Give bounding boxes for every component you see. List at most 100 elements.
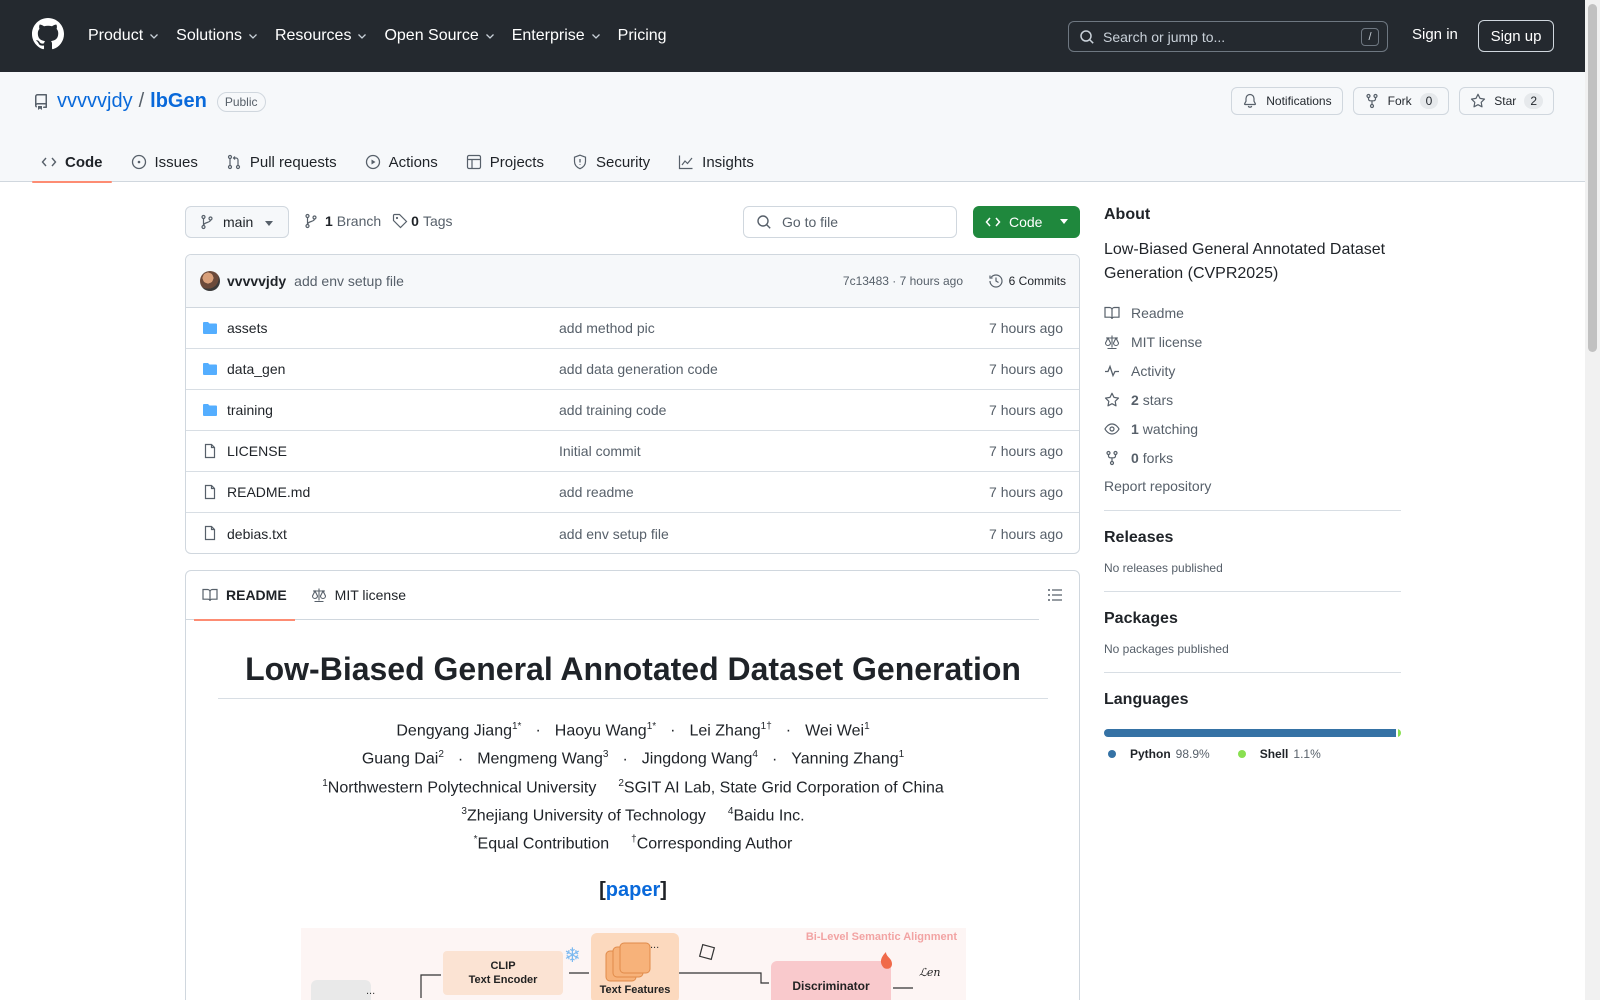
nav-product[interactable]: Product [88, 27, 160, 45]
commit-author-link[interactable]: vvvvvjdy [227, 273, 286, 289]
file-icon-wrap [202, 443, 218, 459]
file-name-link[interactable]: LICENSE [227, 443, 287, 459]
meta-readme-link[interactable]: Readme [1104, 298, 1401, 327]
search-icon [1080, 29, 1094, 44]
languages-section: Languages Python 98.9% Shell 1.1% [1104, 672, 1401, 761]
star-count: 2 [1524, 93, 1543, 109]
branches-link[interactable]: 1 Branch [303, 213, 381, 229]
repo-owner-link[interactable]: vvvvvjdy [57, 90, 133, 113]
code-button-label: Code [1009, 214, 1043, 230]
file-commit-message[interactable]: add training code [559, 402, 666, 418]
file-name-link[interactable]: README.md [227, 484, 310, 500]
go-to-file-input[interactable]: Go to file [743, 206, 957, 238]
language-list: Python 98.9% Shell 1.1% [1104, 747, 1401, 761]
file-name-link[interactable]: data_gen [227, 361, 285, 377]
file-commit-message[interactable]: add method pic [559, 320, 655, 336]
repo-name-link[interactable]: lbGen [150, 90, 207, 113]
commit-hash-time[interactable]: 7c13483 · 7 hours ago [843, 274, 963, 288]
name-text: Haoyu Wang [554, 722, 647, 740]
alignment-label: Bi-Level Semantic Alignment [806, 931, 958, 943]
table-row: README.md add readme 7 hours ago [186, 472, 1079, 513]
avatar[interactable] [200, 271, 220, 291]
repo-actions: Notifications Fork 0 Star 2 [1221, 87, 1554, 115]
tab-actions[interactable]: Actions [356, 142, 447, 182]
superscript: 1 [898, 749, 905, 761]
tab-code[interactable]: Code [32, 142, 112, 183]
packages-heading[interactable]: Packages [1104, 610, 1401, 628]
nav-pricing[interactable]: Pricing [618, 27, 667, 45]
releases-heading[interactable]: Releases [1104, 529, 1401, 547]
chevron-down-icon [591, 34, 600, 39]
notifications-button[interactable]: Notifications [1231, 87, 1343, 115]
file-name-link[interactable]: debias.txt [227, 526, 287, 542]
branch-selector-button[interactable]: main [185, 206, 289, 238]
superscript: 1* [512, 721, 522, 732]
tab-license[interactable]: MIT license [303, 571, 414, 620]
fork-button[interactable]: Fork 0 [1352, 87, 1450, 115]
law-icon [1104, 334, 1120, 350]
commits-link[interactable]: 6 Commits [988, 273, 1066, 289]
code-dropdown-button[interactable]: Code [973, 206, 1080, 238]
sign-up-button[interactable]: Sign up [1478, 20, 1554, 52]
tag-icon [393, 213, 408, 229]
file-name-link[interactable]: training [227, 402, 273, 418]
global-search-input[interactable]: Search or jump to... / [1068, 21, 1388, 52]
table-icon [466, 154, 481, 170]
meta-forks-link[interactable]: 0 forks [1104, 443, 1401, 472]
tab-insights[interactable]: Insights [669, 142, 763, 182]
star-button[interactable]: Star 2 [1459, 87, 1554, 115]
list-unordered-icon[interactable] [1047, 587, 1063, 603]
meta-watching-link[interactable]: 1 watching [1104, 414, 1401, 443]
nav-enterprise[interactable]: Enterprise [512, 27, 602, 45]
page-scrollbar[interactable] [1585, 0, 1600, 1000]
tags-link[interactable]: 0 Tags [392, 213, 453, 229]
releases-section: Releases No releases published [1104, 510, 1401, 575]
method-figure: Bi-Level Semantic Alignment ... CLIP Tex… [301, 928, 966, 1000]
file-name-link[interactable]: assets [227, 320, 267, 336]
scrollbar-thumb[interactable] [1588, 4, 1597, 352]
report-repository-link[interactable]: Report repository [1104, 478, 1401, 494]
fork-icon [1366, 93, 1378, 109]
file-rows: assets add method pic 7 hours ago data_gen a… [186, 308, 1079, 553]
nav-open-source[interactable]: Open Source [384, 27, 495, 45]
meta-count: 2 [1131, 391, 1139, 408]
language-item[interactable]: Python 98.9% [1108, 747, 1210, 761]
file-commit-message[interactable]: Initial commit [559, 443, 641, 459]
tab-pull-requests[interactable]: Pull requests [217, 142, 346, 182]
tab-projects[interactable]: Projects [457, 142, 553, 182]
file-commit-message[interactable]: add env setup file [559, 526, 669, 542]
meta-label: watching [1142, 420, 1199, 437]
repo-header: vvvvvjdy / lbGen Public Notifications Fo… [0, 72, 1585, 183]
meta-stars-link[interactable]: 2 stars [1104, 385, 1401, 414]
chevron-down-icon [150, 34, 159, 39]
language-item[interactable]: Shell 1.1% [1237, 747, 1321, 761]
name-text: Mengmeng Wang [477, 750, 603, 768]
meta-activity-link[interactable]: Activity [1104, 356, 1401, 385]
branch-count: 1 [325, 213, 333, 229]
tab-security[interactable]: Security [563, 142, 659, 182]
authors-line-2: Guang Dai2 · Mengmeng Wang3 · Jingdong Wang4… [218, 743, 1048, 771]
sign-in-link[interactable]: Sign in [1412, 26, 1458, 43]
github-logo-icon[interactable] [32, 18, 64, 50]
paper-link[interactable]: paper [606, 879, 660, 901]
nav-label: Product [88, 27, 144, 44]
file-icon [204, 484, 216, 500]
tab-issues[interactable]: Issues [122, 142, 207, 182]
tab-readme[interactable]: README [194, 571, 295, 621]
star-icon [1471, 93, 1486, 108]
about-sidebar: About Low-Biased General Annotated Datas… [1104, 206, 1401, 761]
fork-label: Fork [1387, 94, 1412, 108]
bell-icon [1244, 93, 1257, 108]
nav-resources[interactable]: Resources [275, 27, 368, 45]
nav-solutions[interactable]: Solutions [176, 27, 259, 45]
file-commit-message[interactable]: add readme [559, 484, 634, 500]
tab-label: Insights [702, 153, 754, 171]
file-commit-message[interactable]: add data generation code [559, 361, 718, 377]
meta-mit-license-link[interactable]: MIT license [1104, 327, 1401, 356]
commit-message-link[interactable]: add env setup file [294, 273, 404, 289]
file-commit-time: 7 hours ago [989, 525, 1063, 542]
eye-icon [1104, 421, 1120, 437]
paper-link-line: [paper] [218, 879, 1048, 902]
repo-description: Low-Biased General Annotated Dataset Gen… [1104, 241, 1386, 282]
name-text: Wei Wei [805, 722, 865, 740]
